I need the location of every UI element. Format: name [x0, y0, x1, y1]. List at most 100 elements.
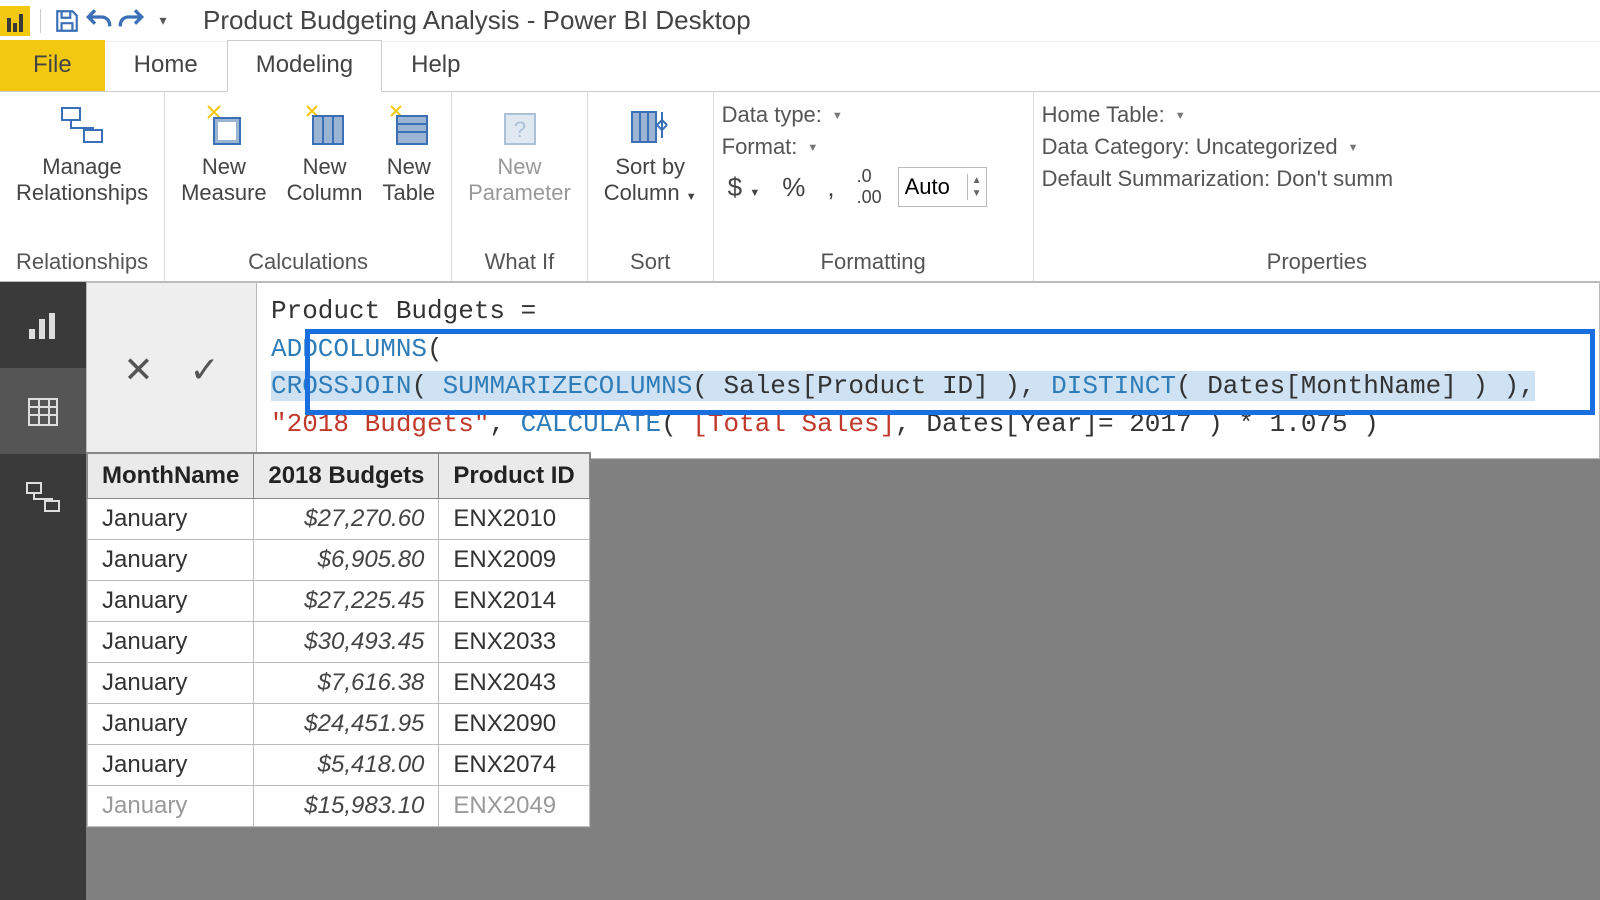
- formula-cancel-button[interactable]: ✕: [123, 349, 153, 391]
- decimal-places-input[interactable]: [899, 170, 967, 204]
- formula-commit-button[interactable]: ✓: [190, 349, 220, 391]
- cell-monthname[interactable]: January: [88, 540, 254, 581]
- currency-format-button[interactable]: $ ▼: [722, 172, 767, 203]
- column-icon: [301, 102, 349, 150]
- new-measure-label: New Measure: [181, 154, 267, 207]
- view-switcher: [0, 282, 86, 900]
- formula-summarizecolumns: SUMMARIZECOLUMNS: [443, 371, 693, 401]
- cell-budget[interactable]: $30,493.45: [254, 622, 439, 663]
- data-category-dropdown[interactable]: [1348, 134, 1359, 160]
- cell-monthname[interactable]: January: [88, 499, 254, 540]
- table-icon: [385, 102, 433, 150]
- data-type-dropdown[interactable]: [832, 102, 843, 128]
- new-table-button[interactable]: New Table: [374, 98, 443, 211]
- undo-button[interactable]: [83, 5, 115, 37]
- cell-productid[interactable]: ENX2033: [439, 622, 589, 663]
- table-row[interactable]: January$27,225.45ENX2014: [88, 581, 590, 622]
- model-view-button[interactable]: [0, 454, 86, 540]
- parameter-icon: ?: [495, 102, 543, 150]
- group-label-properties: Properties: [1042, 247, 1592, 279]
- table-row[interactable]: January$27,270.60ENX2010: [88, 499, 590, 540]
- save-icon: [54, 8, 80, 34]
- table-row[interactable]: January$5,418.00ENX2074: [88, 745, 590, 786]
- formula-editor[interactable]: Product Budgets = ADDCOLUMNS( CROSSJOIN(…: [257, 283, 1599, 458]
- tab-file[interactable]: File: [0, 40, 105, 91]
- relationships-icon: [58, 102, 106, 150]
- cell-productid[interactable]: ENX2014: [439, 581, 589, 622]
- separator: [40, 9, 41, 33]
- format-dropdown[interactable]: [807, 134, 818, 160]
- cell-monthname[interactable]: January: [88, 704, 254, 745]
- cell-productid[interactable]: ENX2049: [439, 786, 589, 827]
- manage-relationships-button[interactable]: Manage Relationships: [8, 98, 156, 211]
- report-view-button[interactable]: [0, 282, 86, 368]
- cell-budget[interactable]: $15,983.10: [254, 786, 439, 827]
- table-header-row: MonthName 2018 Budgets Product ID: [88, 454, 590, 499]
- decimal-places-stepper[interactable]: ▲▼: [898, 167, 987, 207]
- undo-icon: [83, 5, 115, 37]
- data-grid[interactable]: MonthName 2018 Budgets Product ID Januar…: [86, 452, 591, 828]
- table-row[interactable]: January$7,616.38ENX2043: [88, 663, 590, 704]
- col-header-monthname[interactable]: MonthName: [88, 454, 254, 499]
- decimal-format-button[interactable]: .0.00: [851, 166, 888, 208]
- thousands-format-button[interactable]: ,: [821, 172, 840, 203]
- save-button[interactable]: [51, 5, 83, 37]
- formula-distinct: DISTINCT: [1051, 371, 1176, 401]
- new-parameter-label: New Parameter: [468, 154, 571, 207]
- new-column-label: New Column: [287, 154, 363, 207]
- cell-budget[interactable]: $27,225.45: [254, 581, 439, 622]
- default-summarization-label: Default Summarization: Don't summ: [1042, 166, 1393, 192]
- ribbon-group-calculations: New Measure New Column New Table Calcula…: [165, 92, 452, 281]
- tab-modeling[interactable]: Modeling: [227, 40, 382, 92]
- table-row[interactable]: January$30,493.45ENX2033: [88, 622, 590, 663]
- percent-format-button[interactable]: %: [776, 172, 811, 203]
- report-view-icon: [23, 305, 63, 345]
- tab-home[interactable]: Home: [105, 40, 227, 91]
- menu-bar: File Home Modeling Help: [0, 42, 1600, 92]
- group-label-formatting: Formatting: [722, 247, 1025, 279]
- new-measure-button[interactable]: New Measure: [173, 98, 275, 211]
- data-view-button[interactable]: [0, 368, 86, 454]
- cell-monthname[interactable]: January: [88, 581, 254, 622]
- col-header-productid[interactable]: Product ID: [439, 454, 589, 499]
- title-bar: ▾ Product Budgeting Analysis - Power BI …: [0, 0, 1600, 42]
- home-table-dropdown[interactable]: [1175, 102, 1186, 128]
- ribbon-group-relationships: Manage Relationships Relationships: [0, 92, 165, 281]
- new-table-label: New Table: [382, 154, 435, 207]
- sort-by-column-button[interactable]: Sort by Column ▼: [596, 98, 705, 211]
- cell-budget[interactable]: $7,616.38: [254, 663, 439, 704]
- table-row[interactable]: January$15,983.10ENX2049: [88, 786, 590, 827]
- table-row[interactable]: January$24,451.95ENX2090: [88, 704, 590, 745]
- tab-help[interactable]: Help: [382, 40, 489, 91]
- new-column-button[interactable]: New Column: [279, 98, 371, 211]
- cell-budget[interactable]: $6,905.80: [254, 540, 439, 581]
- canvas: ✕ ✓ Product Budgets = ADDCOLUMNS( CROSSJ…: [86, 282, 1600, 900]
- cell-productid[interactable]: ENX2010: [439, 499, 589, 540]
- cell-monthname[interactable]: January: [88, 663, 254, 704]
- cell-monthname[interactable]: January: [88, 745, 254, 786]
- cell-monthname[interactable]: January: [88, 786, 254, 827]
- cell-budget[interactable]: $24,451.95: [254, 704, 439, 745]
- cell-productid[interactable]: ENX2090: [439, 704, 589, 745]
- cell-productid[interactable]: ENX2074: [439, 745, 589, 786]
- formula-controls: ✕ ✓: [87, 283, 257, 458]
- cell-budget[interactable]: $5,418.00: [254, 745, 439, 786]
- qat-customize[interactable]: ▾: [147, 5, 179, 37]
- home-table-label: Home Table:: [1042, 102, 1165, 128]
- stepper-up[interactable]: ▲: [968, 174, 986, 187]
- cell-productid[interactable]: ENX2043: [439, 663, 589, 704]
- stepper-down[interactable]: ▼: [968, 187, 986, 200]
- formula-bar: ✕ ✓ Product Budgets = ADDCOLUMNS( CROSSJ…: [86, 282, 1600, 459]
- table-row[interactable]: January$6,905.80ENX2009: [88, 540, 590, 581]
- redo-button[interactable]: [115, 5, 147, 37]
- redo-icon: [115, 5, 147, 37]
- cell-monthname[interactable]: January: [88, 622, 254, 663]
- col-header-budgets[interactable]: 2018 Budgets: [254, 454, 439, 499]
- window-title: Product Budgeting Analysis - Power BI De…: [203, 5, 751, 36]
- group-label-relationships: Relationships: [8, 247, 156, 279]
- new-parameter-button[interactable]: ? New Parameter: [460, 98, 579, 211]
- formula-calculate: CALCULATE: [521, 409, 661, 439]
- cell-budget[interactable]: $27,270.60: [254, 499, 439, 540]
- cell-productid[interactable]: ENX2009: [439, 540, 589, 581]
- model-view-icon: [23, 477, 63, 517]
